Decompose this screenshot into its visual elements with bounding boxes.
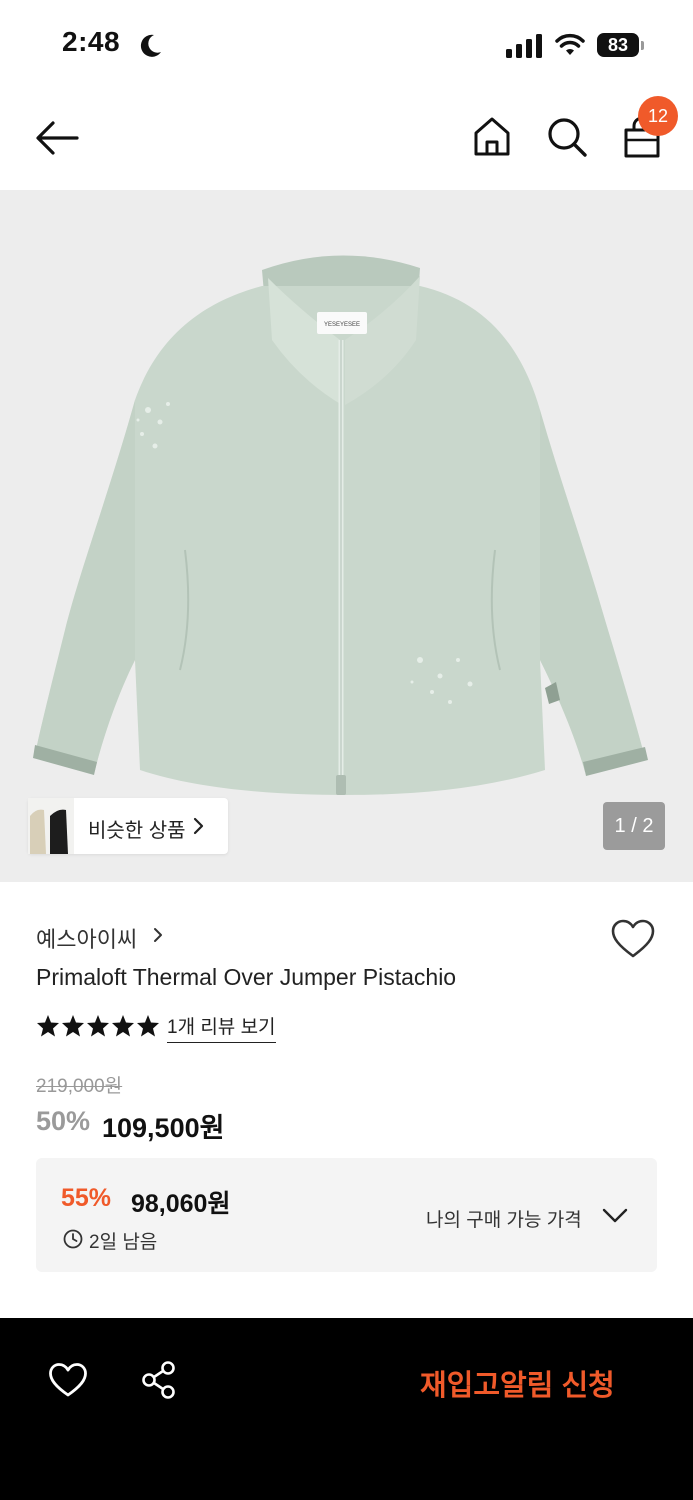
discount-rate: 50% (36, 1106, 91, 1136)
clock-icon (63, 1229, 83, 1249)
battery-level: 83 (597, 33, 639, 57)
star-rating (37, 1015, 159, 1037)
star-icon (137, 1015, 159, 1037)
wishlist-heart-icon[interactable] (48, 1362, 88, 1398)
battery-tip (641, 41, 644, 50)
time-remaining: 2일 남음 (89, 1232, 158, 1253)
jacket-illustration: YESEYESEE (33, 255, 648, 795)
sale-price: 109,500원 (102, 1113, 225, 1143)
status-time: 2:48 (62, 26, 121, 57)
collar-label-text: YESEYESEE (324, 322, 360, 328)
signal-icon (506, 34, 542, 58)
moon-icon (140, 34, 161, 57)
my-price-panel[interactable]: 55% 98,060원 2일 남음 나의 구매 가능 가격 (36, 1158, 657, 1272)
wifi-icon (555, 33, 585, 55)
chevron-down-icon[interactable] (602, 1207, 628, 1225)
my-price-value: 98,060원 (131, 1190, 231, 1218)
search-icon[interactable] (546, 116, 588, 158)
image-page-indicator: 1 / 2 (603, 802, 665, 850)
restock-alert-button[interactable]: 재입고알림 신청 (420, 1362, 615, 1404)
star-icon (112, 1015, 134, 1037)
product-title: Primaloft Thermal Over Jumper Pistachio (36, 964, 457, 990)
share-icon[interactable] (140, 1360, 178, 1400)
similar-product-thumbnail (28, 798, 74, 854)
brand-link[interactable]: 예스아이씨 (36, 922, 137, 954)
battery-indicator: 83 (597, 33, 645, 59)
my-price-label: 나의 구매 가능 가격 (426, 1210, 582, 1231)
star-icon (62, 1015, 84, 1037)
star-icon (87, 1015, 109, 1037)
my-price-rate: 55% (61, 1184, 112, 1212)
cart-count-badge: 12 (638, 96, 678, 136)
original-price: 219,000원 (36, 1076, 123, 1097)
home-icon[interactable] (472, 116, 512, 158)
chevron-right-icon (154, 928, 162, 942)
similar-products-label: 비슷한 상품 (88, 820, 186, 842)
review-link[interactable]: 1개 리뷰 보기 (167, 1012, 276, 1043)
bottom-action-bar: 재입고알림 신청 (0, 1318, 693, 1500)
star-icon (37, 1015, 59, 1037)
similar-products-button[interactable]: 비슷한 상품 (28, 798, 228, 854)
heart-icon[interactable] (610, 918, 656, 960)
back-arrow-icon[interactable] (34, 118, 80, 158)
product-image[interactable]: YESEYESEE (0, 190, 693, 882)
chevron-right-icon (193, 817, 204, 835)
